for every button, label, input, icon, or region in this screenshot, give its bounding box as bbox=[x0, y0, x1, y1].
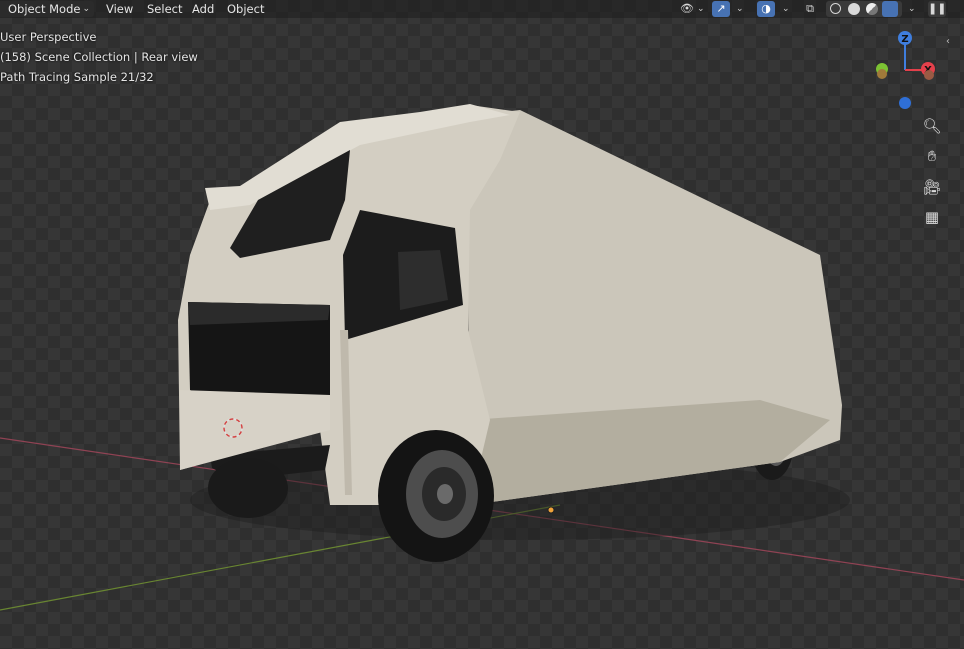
pause-icon[interactable]: ❚❚ bbox=[928, 1, 946, 17]
chevron-down-icon[interactable]: ⌄ bbox=[782, 1, 790, 17]
viewport-header: Object Mode ⌄ View Select Add Object 👁 ⌄… bbox=[0, 0, 964, 18]
overlay-toggle-icon[interactable]: ◑ bbox=[757, 1, 775, 17]
xray-icon[interactable]: ⧉ bbox=[801, 1, 819, 17]
orthographic-grid-icon[interactable]: ▦ bbox=[920, 205, 944, 229]
mode-label: Object Mode bbox=[8, 2, 81, 16]
menu-view[interactable]: View bbox=[102, 1, 137, 17]
solid-shading-icon[interactable] bbox=[848, 3, 860, 15]
visibility-icon[interactable]: 👁 bbox=[678, 1, 696, 17]
navigation-gizmo[interactable]: Z X bbox=[868, 28, 948, 118]
zoom-icon[interactable]: 🔍︎ bbox=[920, 114, 944, 138]
chevron-down-icon[interactable]: ⌄ bbox=[697, 1, 705, 17]
neg-y-handle bbox=[877, 69, 887, 79]
neg-x-handle bbox=[924, 70, 934, 80]
neg-z-handle bbox=[899, 97, 911, 109]
material-shading-icon[interactable] bbox=[866, 3, 878, 15]
rendered-shading-icon[interactable] bbox=[882, 1, 898, 17]
render-status: Path Tracing Sample 21/32 bbox=[0, 70, 154, 84]
menu-add[interactable]: Add bbox=[188, 1, 218, 17]
shading-mode-group bbox=[826, 1, 902, 17]
object-origin bbox=[547, 506, 555, 514]
wireframe-shading-icon[interactable] bbox=[830, 3, 841, 14]
sidebar-toggle-icon[interactable]: ‹ bbox=[946, 36, 950, 47]
chevron-down-icon[interactable]: ⌄ bbox=[736, 1, 744, 17]
mode-selector[interactable]: Object Mode ⌄ bbox=[0, 1, 94, 17]
chevron-down-icon[interactable]: ⌄ bbox=[908, 1, 916, 17]
collection-label: (158) Scene Collection | Rear view bbox=[0, 50, 198, 64]
menu-select[interactable]: Select bbox=[143, 1, 186, 17]
z-axis-label: Z bbox=[901, 34, 908, 45]
seat bbox=[398, 250, 448, 310]
pan-hand-icon[interactable]: ✋︎ bbox=[920, 144, 944, 168]
viewport-scene[interactable] bbox=[0, 0, 964, 649]
menu-object[interactable]: Object bbox=[223, 1, 268, 17]
gizmo-toggle-icon[interactable]: ↗ bbox=[712, 1, 730, 17]
chevron-down-icon: ⌄ bbox=[82, 4, 90, 14]
perspective-label: User Perspective bbox=[0, 30, 97, 44]
camera-view-icon[interactable]: 🎥︎ bbox=[920, 175, 944, 199]
